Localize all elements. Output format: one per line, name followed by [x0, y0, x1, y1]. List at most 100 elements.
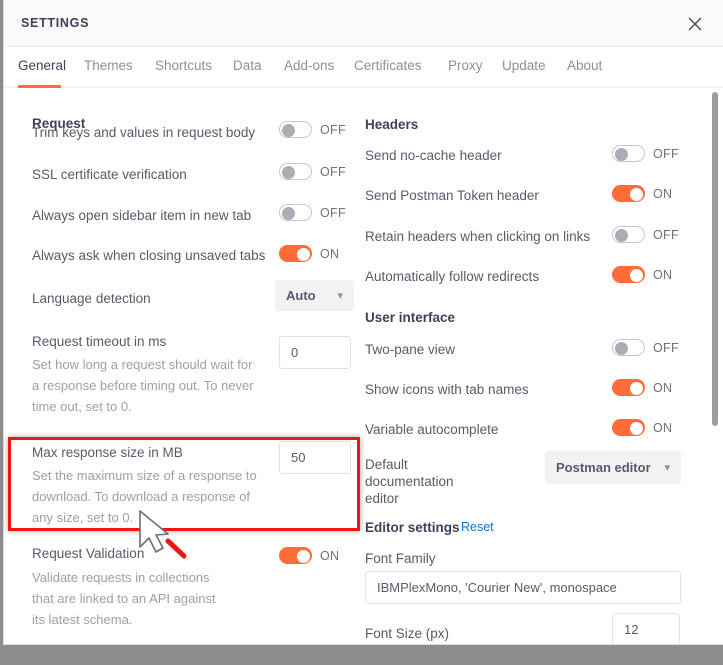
toggle-state-label: ON — [320, 548, 340, 563]
toggle-knob — [297, 550, 310, 563]
tab-themes[interactable]: Themes — [84, 58, 133, 73]
toggle-knob — [615, 342, 628, 355]
tab-data[interactable]: Data — [233, 58, 262, 73]
tab-shortcuts[interactable]: Shortcuts — [155, 58, 212, 73]
tab-about[interactable]: About — [567, 58, 602, 73]
input-value: IBMPlexMono, 'Courier New', monospace — [377, 580, 617, 595]
tab-proxy[interactable]: Proxy — [448, 58, 483, 73]
toggle-knob — [282, 207, 295, 220]
toggle-switch[interactable] — [279, 163, 312, 180]
select-default-doc-editor[interactable]: Postman editor ▾ — [545, 451, 681, 484]
toggle-knob — [630, 422, 643, 435]
setting-label-two-pane-view: Two-pane view — [365, 342, 456, 357]
toggle-knob — [282, 124, 295, 137]
setting-label-no-cache-header: Send no-cache header — [365, 148, 502, 163]
tab-certificates[interactable]: Certificates — [354, 58, 422, 73]
setting-label-ssl-verification: SSL certificate verification — [32, 167, 187, 182]
group-title-editor-settings: Editor settings — [365, 520, 460, 535]
toggle-ssl-verification[interactable]: OFF — [279, 163, 346, 180]
setting-label-variable-autocomplete: Variable autocomplete — [365, 422, 499, 437]
toggle-postman-token-header[interactable]: ON — [612, 185, 672, 202]
toggle-switch[interactable] — [612, 145, 645, 162]
toggle-no-cache-header[interactable]: OFF — [612, 145, 679, 162]
input-font-size[interactable]: 12 — [612, 613, 680, 644]
setting-label-trim-keys: Trim keys and values in request body — [32, 125, 256, 140]
select-value: Postman editor — [556, 460, 651, 475]
setting-label-font-family: Font Family — [365, 551, 436, 566]
toggle-state-label: ON — [320, 246, 340, 261]
setting-label-request-validation: Request Validation — [32, 546, 145, 561]
chevron-down-icon: ▾ — [337, 290, 343, 302]
setting-label-max-response-size: Max response size in MB — [32, 445, 183, 460]
toggle-switch[interactable] — [612, 419, 645, 436]
input-max-response-size[interactable]: 50 — [279, 441, 351, 474]
tab-general[interactable]: General — [18, 58, 66, 73]
toggle-state-label: OFF — [653, 146, 679, 161]
toggle-state-label: OFF — [320, 164, 346, 179]
setting-label-open-sidebar-new-tab: Always open sidebar item in new tab — [32, 208, 252, 223]
toggle-request-validation[interactable]: ON — [279, 547, 339, 564]
setting-label-postman-token-header: Send Postman Token header — [365, 188, 539, 203]
toggle-state-label: ON — [653, 420, 673, 435]
toggle-knob — [282, 166, 295, 179]
toggle-show-icons-tab-names[interactable]: ON — [612, 379, 672, 396]
vertical-scrollbar-thumb[interactable] — [712, 92, 718, 426]
toggle-switch[interactable] — [279, 245, 312, 262]
setting-label-retain-headers: Retain headers when clicking on links — [365, 229, 591, 244]
toggle-variable-autocomplete[interactable]: ON — [612, 419, 672, 436]
settings-tabbar: General Themes Shortcuts Data Add-ons Ce… — [4, 47, 723, 88]
toggle-two-pane-view[interactable]: OFF — [612, 339, 679, 356]
toggle-open-sidebar-new-tab[interactable]: OFF — [279, 204, 346, 221]
toggle-retain-headers[interactable]: OFF — [612, 226, 679, 243]
input-value: 0 — [291, 345, 299, 360]
tab-update[interactable]: Update — [502, 58, 546, 73]
group-title-user-interface: User interface — [365, 310, 456, 325]
toggle-switch[interactable] — [279, 204, 312, 221]
window-bottom-edge — [0, 645, 723, 665]
toggle-knob — [615, 229, 628, 242]
setting-label-request-timeout: Request timeout in ms — [32, 334, 167, 349]
toggle-follow-redirects[interactable]: ON — [612, 266, 672, 283]
close-icon[interactable] — [685, 14, 705, 34]
input-request-timeout[interactable]: 0 — [279, 336, 351, 369]
page-title: SETTINGS — [21, 16, 90, 30]
setting-desc-max-response-size: Set the maximum size of a response to do… — [32, 468, 257, 525]
toggle-switch[interactable] — [612, 266, 645, 283]
reset-editor-settings-link[interactable]: Reset — [461, 520, 494, 534]
toggle-knob — [297, 248, 310, 261]
toggle-knob — [615, 148, 628, 161]
chevron-down-icon: ▾ — [664, 462, 670, 474]
toggle-switch[interactable] — [612, 226, 645, 243]
toggle-state-label: OFF — [320, 205, 346, 220]
select-language-detection[interactable]: Auto ▾ — [275, 280, 354, 311]
setting-label-default-doc-editor: Default documentation editor — [365, 457, 454, 506]
toggle-state-label: ON — [653, 186, 673, 201]
setting-label-follow-redirects: Automatically follow redirects — [365, 269, 540, 284]
setting-label-language-detection: Language detection — [32, 291, 151, 306]
toggle-state-label: OFF — [653, 227, 679, 242]
settings-window: SETTINGS General Themes Shortcuts Data A… — [3, 0, 723, 645]
group-title-headers: Headers — [365, 117, 419, 132]
toggle-state-label: ON — [653, 380, 673, 395]
toggle-trim-keys[interactable]: OFF — [279, 121, 346, 138]
tab-add-ons[interactable]: Add-ons — [284, 58, 334, 73]
toggle-switch[interactable] — [612, 185, 645, 202]
toggle-knob — [630, 188, 643, 201]
app-root: SETTINGS General Themes Shortcuts Data A… — [0, 0, 723, 665]
settings-content: Request Trim keys and values in request … — [4, 88, 723, 644]
toggle-knob — [630, 382, 643, 395]
input-font-family[interactable]: IBMPlexMono, 'Courier New', monospace — [365, 571, 681, 604]
toggle-state-label: OFF — [320, 122, 346, 137]
setting-label-show-icons-tab-names: Show icons with tab names — [365, 382, 529, 397]
toggle-state-label: OFF — [653, 340, 679, 355]
toggle-knob — [630, 269, 643, 282]
setting-label-font-size: Font Size (px) — [365, 626, 450, 641]
input-value: 12 — [624, 622, 639, 637]
toggle-switch[interactable] — [612, 339, 645, 356]
toggle-ask-closing-unsaved[interactable]: ON — [279, 245, 339, 262]
toggle-switch[interactable] — [279, 121, 312, 138]
toggle-switch[interactable] — [279, 547, 312, 564]
setting-desc-request-timeout: Set how long a request should wait for a… — [32, 357, 254, 414]
toggle-switch[interactable] — [612, 379, 645, 396]
setting-desc-request-validation: Validate requests in collections that ar… — [32, 570, 216, 627]
